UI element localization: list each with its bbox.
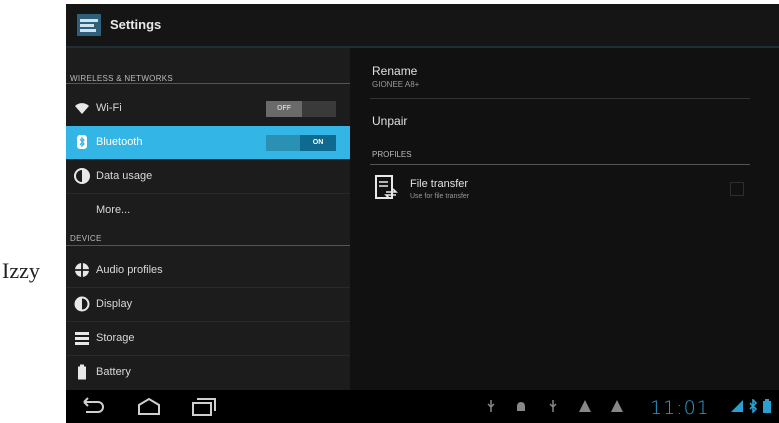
usb-icon (484, 399, 498, 413)
usb-icon (546, 399, 560, 413)
file-transfer-icon (374, 174, 398, 202)
divider (370, 98, 750, 99)
toggle-thumb: OFF (266, 101, 302, 117)
action-bar: Settings (66, 4, 779, 48)
profiles-header: PROFILES (372, 150, 412, 159)
profile-checkbox[interactable] (730, 182, 744, 196)
settings-item-wifi[interactable]: Wi-Fi OFF (66, 92, 350, 125)
display-icon (74, 296, 90, 312)
izzy-caption: Izzy (2, 258, 40, 283)
system-bar: 11:01 (66, 390, 779, 423)
settings-item-data-usage[interactable]: Data usage (66, 160, 350, 193)
divider (370, 164, 750, 165)
rename-row[interactable]: Rename GIONEE A8+ (350, 54, 779, 94)
section-header-label: WIRELESS & NETWORKS (70, 74, 174, 83)
bluetooth-icon (74, 134, 90, 150)
audio-profiles-icon (74, 262, 90, 278)
settings-item-label: Bluetooth (96, 136, 143, 148)
bluetooth-status-icon (746, 398, 760, 414)
section-header-label: DEVICE (70, 234, 102, 243)
toggle-thumb: ON (300, 135, 336, 151)
settings-item-label: Display (96, 298, 133, 310)
settings-item-label: Battery (96, 366, 131, 378)
settings-item-storage[interactable]: Storage (66, 322, 350, 355)
wifi-toggle[interactable]: OFF (266, 101, 336, 117)
settings-app-icon[interactable] (76, 13, 102, 37)
profile-file-transfer[interactable]: File transfer Use for file transfer (350, 168, 779, 212)
rename-title: Rename (372, 64, 418, 78)
settings-item-label: Wi-Fi (96, 102, 122, 114)
battery-status-icon (762, 399, 772, 413)
wifi-icon (74, 100, 90, 116)
android-debug-icon (514, 399, 528, 413)
profile-title: File transfer (410, 178, 469, 190)
settings-item-more[interactable]: More... (66, 194, 350, 227)
profile-subtitle: Use for file transfer (410, 193, 470, 200)
battery-icon (74, 364, 90, 380)
back-button[interactable] (78, 396, 104, 418)
bluetooth-toggle[interactable]: ON (266, 135, 336, 151)
signal-icon (730, 399, 744, 413)
storage-icon (74, 330, 90, 346)
unpair-label: Unpair (372, 114, 408, 128)
settings-item-battery[interactable]: Battery (66, 356, 350, 389)
warning-icon (578, 399, 592, 413)
bluetooth-device-detail: Rename GIONEE A8+ Unpair PROFILES File t… (350, 48, 779, 390)
settings-item-display[interactable]: Display (66, 288, 350, 321)
settings-item-label: Data usage (96, 170, 153, 182)
divider (66, 83, 350, 84)
unpair-row[interactable]: Unpair (350, 102, 779, 138)
device-name: GIONEE A8+ (372, 80, 420, 89)
settings-item-label: Storage (96, 332, 135, 344)
divider (66, 245, 350, 246)
data-usage-icon (74, 168, 90, 184)
settings-item-label: Audio profiles (96, 264, 163, 276)
settings-list: WIRELESS & NETWORKS Wi-Fi OFF Bluetooth … (66, 48, 350, 390)
settings-item-label: More... (96, 204, 131, 216)
warning-icon (610, 399, 624, 413)
settings-item-audio-profiles[interactable]: Audio profiles (66, 254, 350, 287)
settings-item-bluetooth[interactable]: Bluetooth ON (66, 126, 350, 159)
status-clock: 11:01 (650, 397, 710, 419)
android-settings-screen: Settings WIRELESS & NETWORKS Wi-Fi OFF B… (66, 4, 779, 423)
home-button[interactable] (136, 396, 162, 418)
recent-apps-button[interactable] (190, 396, 216, 418)
app-title: Settings (110, 17, 162, 32)
